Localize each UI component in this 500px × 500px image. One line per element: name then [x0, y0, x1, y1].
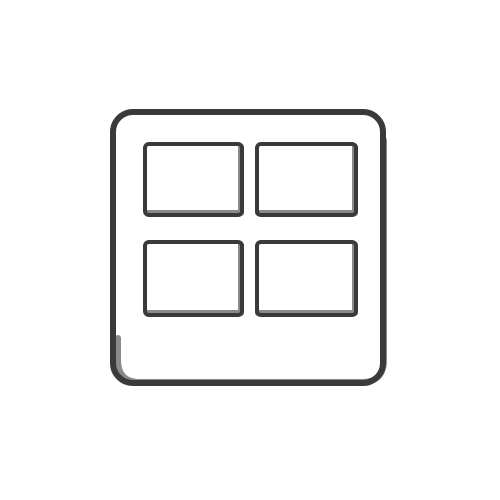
cell-bottom-right-shadow — [255, 242, 358, 316]
cell-top-left — [143, 142, 244, 217]
icon-shadow — [115, 137, 387, 385]
grid-view-icon — [110, 109, 387, 386]
icon-canvas — [0, 0, 500, 500]
outer-frame — [110, 109, 386, 386]
cell-top-right — [255, 142, 358, 217]
cell-bottom-left — [143, 240, 244, 317]
cell-top-left-shadow — [144, 144, 244, 216]
cell-bottom-right — [255, 240, 358, 317]
frame-shadow — [115, 137, 387, 385]
cell-top-right-shadow — [255, 144, 358, 216]
cell-bottom-left-shadow — [144, 242, 244, 316]
